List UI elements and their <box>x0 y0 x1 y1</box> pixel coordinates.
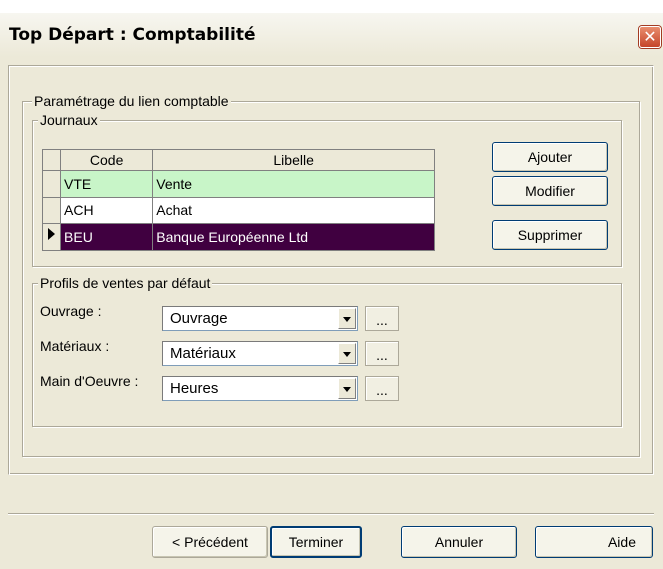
chevron-down-icon <box>343 387 351 392</box>
journals-group-label: Journaux <box>38 112 100 128</box>
cell-code[interactable]: VTE <box>60 170 154 198</box>
window-title: Top Départ : Comptabilité <box>9 25 256 45</box>
sales-profiles-group-label: Profils de ventes par défaut <box>38 275 213 291</box>
ouvrage-select[interactable]: Ouvrage <box>162 306 358 331</box>
cell-libelle[interactable]: Vente <box>152 170 435 198</box>
column-header-libelle[interactable]: Libelle <box>152 149 435 171</box>
materiaux-browse-button[interactable]: ... <box>365 341 399 366</box>
chevron-down-icon <box>343 317 351 322</box>
ouvrage-select-value: Ouvrage <box>170 310 228 327</box>
edit-button[interactable]: Modifier <box>492 176 608 206</box>
row-selector[interactable] <box>41 170 62 198</box>
table-row-selected[interactable]: BEU Banque Européenne Ltd <box>41 223 435 251</box>
dropdown-button[interactable] <box>338 343 356 364</box>
add-button[interactable]: Ajouter <box>492 142 608 172</box>
row-selector[interactable] <box>41 196 62 225</box>
materiaux-label: Matériaux : <box>40 338 110 354</box>
finish-button[interactable]: Terminer <box>270 526 362 558</box>
ouvrage-label: Ouvrage : <box>40 303 102 319</box>
footer-separator-highlight <box>8 514 654 515</box>
table-row[interactable]: ACH Achat <box>41 196 435 225</box>
title-bar: Top Départ : Comptabilité ✕ <box>0 13 663 57</box>
close-icon: ✕ <box>643 27 657 46</box>
cell-code[interactable]: ACH <box>60 196 154 225</box>
dropdown-button[interactable] <box>338 378 356 399</box>
materiaux-select-value: Matériaux <box>170 345 236 362</box>
cell-code[interactable]: BEU <box>60 223 154 251</box>
close-button[interactable]: ✕ <box>639 26 661 48</box>
journals-table: Code Libelle VTE Vente ACH Achat BEU Ban… <box>41 149 435 251</box>
materiaux-select[interactable]: Matériaux <box>162 341 358 366</box>
previous-button[interactable]: < Précédent <box>152 526 268 558</box>
settings-group-label: Paramétrage du lien comptable <box>32 93 231 109</box>
row-selector-header <box>41 149 62 171</box>
help-button[interactable]: Aide <box>535 526 653 558</box>
column-header-code[interactable]: Code <box>60 149 154 171</box>
row-selector[interactable] <box>41 223 62 251</box>
delete-button[interactable]: Supprimer <box>492 220 608 250</box>
current-row-arrow-icon <box>48 228 55 241</box>
cell-libelle[interactable]: Achat <box>152 196 435 225</box>
table-row[interactable]: VTE Vente <box>41 170 435 198</box>
main-oeuvre-select-value: Heures <box>170 380 219 397</box>
cancel-button[interactable]: Annuler <box>401 526 517 558</box>
main-oeuvre-label: Main d'Oeuvre : <box>40 373 139 389</box>
cell-libelle[interactable]: Banque Européenne Ltd <box>152 223 435 251</box>
dropdown-button[interactable] <box>338 308 356 329</box>
table-header-row: Code Libelle <box>41 149 435 171</box>
chevron-down-icon <box>343 352 351 357</box>
main-oeuvre-select[interactable]: Heures <box>162 376 358 401</box>
ouvrage-browse-button[interactable]: ... <box>365 306 399 331</box>
main-oeuvre-browse-button[interactable]: ... <box>365 376 399 401</box>
wizard-dialog: Top Départ : Comptabilité ✕ Paramétrage … <box>0 13 663 569</box>
